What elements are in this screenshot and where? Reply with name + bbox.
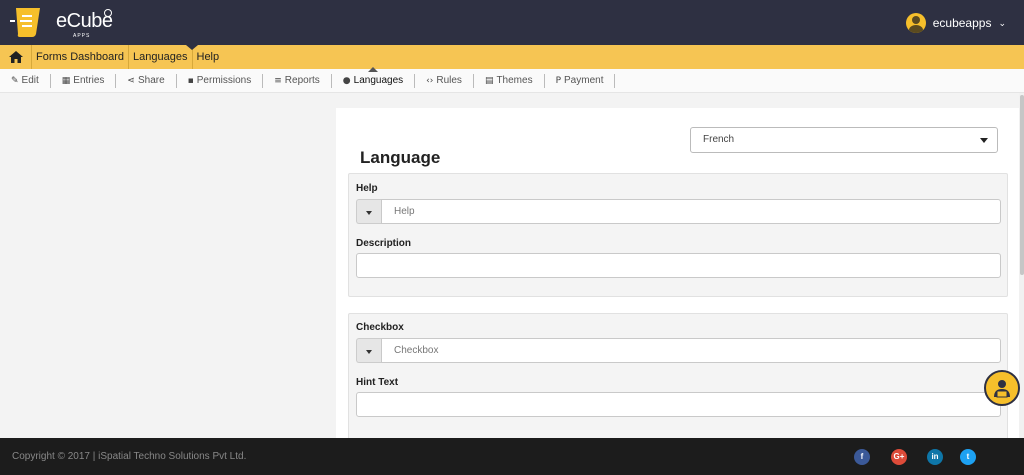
tool-edit[interactable]: ✎ Edit (0, 73, 51, 88)
breadcrumb: Forms Dashboard Languages Help (0, 45, 1024, 69)
tool-edit-label: Edit (21, 75, 39, 86)
ecube-logo[interactable]: eCube APPS (10, 4, 120, 40)
translation-group-checkbox: Checkbox Checkbox Hint Text (348, 313, 1008, 443)
field-label-checkbox: Checkbox (356, 322, 404, 333)
lock-icon: ▪ (187, 75, 194, 86)
username: ecubeapps (932, 16, 992, 30)
edit-icon: ✎ (11, 75, 19, 86)
tool-share[interactable]: ⋖ Share (116, 73, 177, 88)
tool-entries-label: Entries (73, 75, 105, 86)
tool-payment-label: Payment (564, 75, 604, 86)
language-panel: French Language Help Help Description Ch… (336, 108, 1024, 443)
translation-input-placeholder: Checkbox (394, 345, 439, 356)
google-plus-icon[interactable]: G+ (891, 449, 907, 465)
share-icon: ⋖ (127, 75, 135, 86)
field-label-description: Description (356, 238, 412, 249)
field-label-hint-text: Hint Text (356, 377, 399, 388)
translation-input-help[interactable]: Help (381, 199, 1001, 224)
help-chat-button[interactable] (984, 370, 1020, 406)
table-icon: ▦ (61, 75, 71, 86)
logo-subtext: APPS (73, 33, 91, 39)
translation-input-checkbox[interactable]: Checkbox (381, 338, 1001, 363)
page-title: Language (360, 148, 441, 167)
support-agent-icon (994, 380, 1010, 398)
tool-permissions-label: Permissions (196, 75, 252, 86)
caret-down-icon (366, 211, 372, 215)
caret-down-icon (980, 138, 988, 143)
code-icon: ‹› (426, 75, 434, 86)
tool-languages-label: Languages (353, 75, 404, 86)
tool-payment[interactable]: P Payment (545, 73, 616, 88)
user-menu[interactable]: ecubeapps ⌄ (905, 12, 1006, 34)
twitter-icon[interactable]: t (960, 449, 976, 465)
linkedin-icon[interactable]: in (927, 449, 943, 465)
tool-permissions[interactable]: ▪ Permissions (177, 73, 264, 88)
breadcrumb-pointer (186, 45, 198, 50)
logo-mark-icon (10, 8, 40, 37)
page-footer: Copyright © 2017 | iSpatial Techno Solut… (0, 438, 1024, 475)
database-icon: ≡ (274, 75, 282, 86)
tool-entries[interactable]: ▦ Entries (51, 73, 117, 88)
tool-rules-label: Rules (436, 75, 462, 86)
tool-share-label: Share (137, 75, 165, 86)
paypal-icon: P (555, 75, 562, 86)
description-input[interactable] (356, 253, 1001, 278)
translation-dropdown-button[interactable] (356, 199, 381, 224)
top-header: eCube APPS ecubeapps ⌄ (0, 0, 1024, 45)
chevron-down-icon: ⌄ (998, 17, 1006, 28)
themes-icon: ▤ (484, 75, 494, 86)
facebook-icon[interactable]: f (854, 449, 870, 465)
form-toolbar: ✎ Edit ▦ Entries ⋖ Share ▪ Permissions ≡… (0, 66, 1024, 93)
home-icon (8, 51, 23, 63)
caret-down-icon (366, 350, 372, 354)
user-avatar-icon (905, 13, 926, 33)
hint-text-input[interactable] (356, 392, 1001, 417)
globe-icon: ● (342, 75, 351, 86)
translation-dropdown-button[interactable] (356, 338, 381, 363)
tool-reports-label: Reports (284, 75, 320, 86)
language-select[interactable]: French (690, 127, 998, 153)
translation-group-help: Help Help Description (348, 173, 1008, 297)
tool-themes[interactable]: ▤ Themes (474, 73, 545, 88)
breadcrumb-forms-dashboard[interactable]: Forms Dashboard (32, 45, 130, 69)
tool-themes-label: Themes (496, 75, 533, 86)
translation-input-placeholder: Help (394, 206, 415, 217)
tool-reports[interactable]: ≡ Reports (263, 73, 332, 88)
tool-rules[interactable]: ‹› Rules (415, 73, 474, 88)
copyright-text: Copyright © 2017 | iSpatial Techno Solut… (12, 451, 247, 462)
breadcrumb-home[interactable] (0, 45, 32, 69)
tool-languages[interactable]: ● Languages (332, 66, 416, 88)
language-select-value: French (703, 134, 735, 145)
breadcrumb-languages[interactable]: Languages (129, 45, 193, 69)
field-label-help: Help (356, 183, 378, 194)
logo-registered-mark (104, 9, 112, 17)
scrollbar-thumb[interactable] (1020, 95, 1024, 275)
